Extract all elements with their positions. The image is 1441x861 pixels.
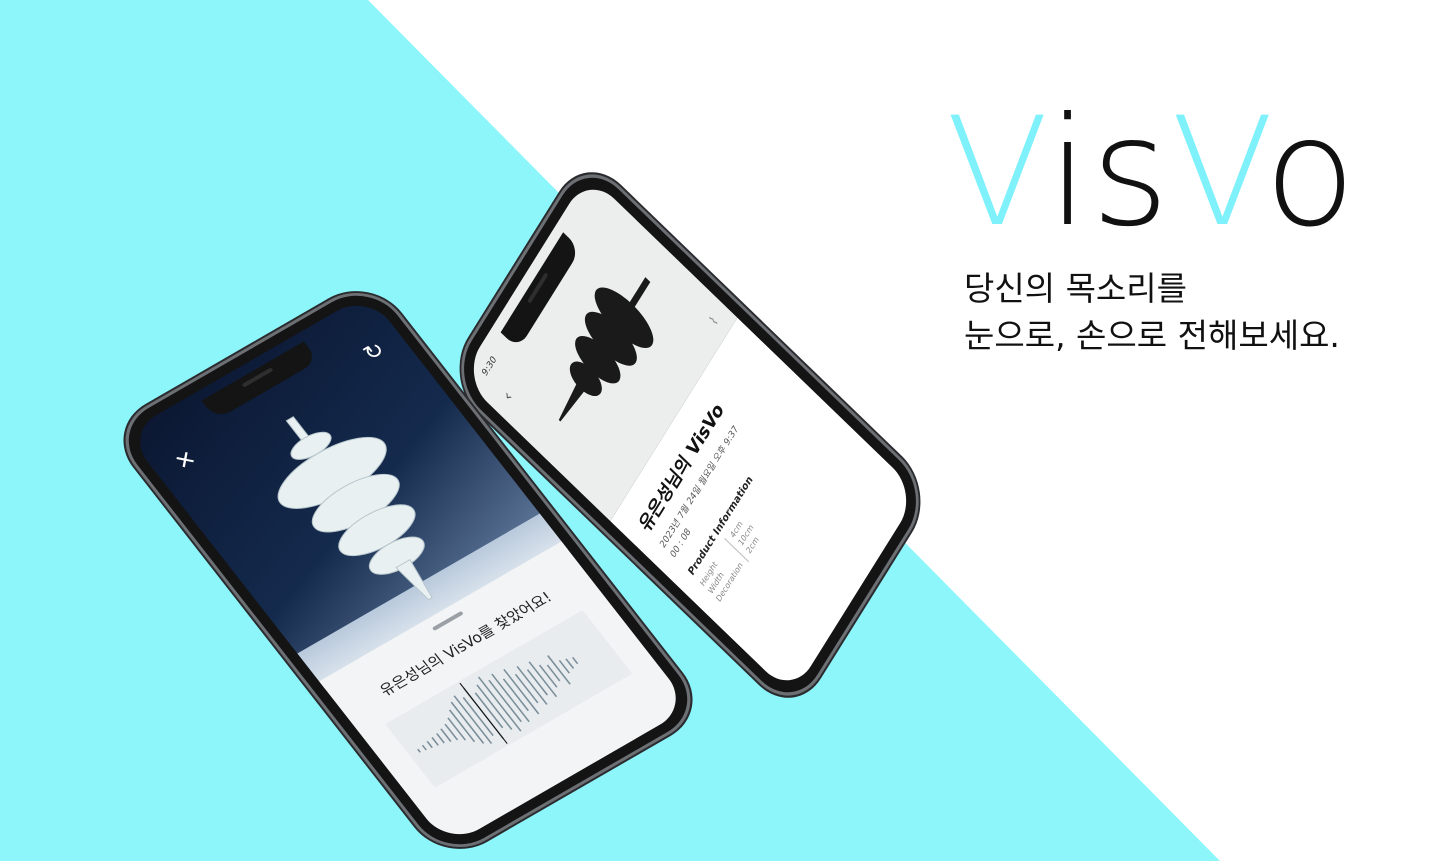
tagline-line-2: 눈으로, 손으로 전해보세요. — [964, 316, 1340, 355]
audio-waveform — [385, 610, 633, 788]
tagline-line-1: 당신의 목소리를 — [964, 269, 1188, 308]
refresh-icon[interactable]: ↻ — [359, 338, 391, 367]
visvo-logo: VisVo — [946, 86, 1358, 260]
sheet-handle[interactable] — [431, 610, 464, 632]
tagline: 당신의 목소리를 눈으로, 손으로 전해보세요. — [964, 265, 1404, 359]
